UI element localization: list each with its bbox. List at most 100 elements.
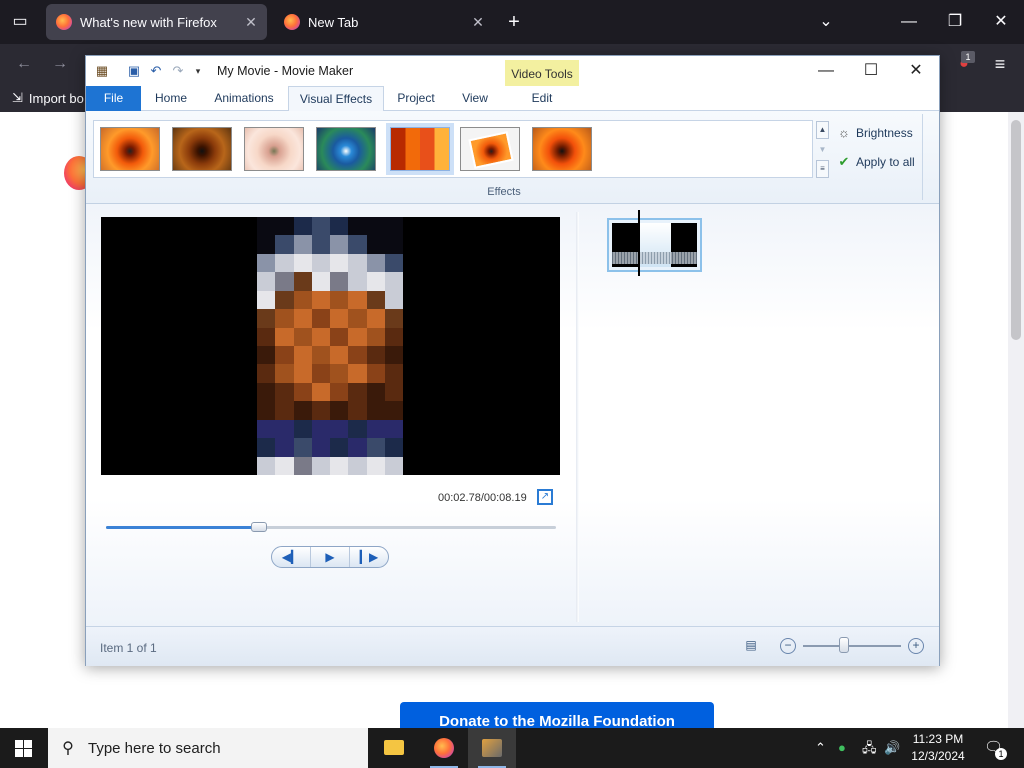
close-icon[interactable]: ✕ [893, 56, 939, 86]
zoom-slider[interactable] [803, 645, 901, 647]
effect-thumbnail[interactable] [244, 127, 304, 171]
effect-thumbnail[interactable] [316, 127, 376, 171]
mosaic-cell [275, 346, 294, 365]
tab-home[interactable]: Home [143, 86, 199, 111]
chevron-down-icon[interactable]: ⌄ [812, 8, 840, 36]
effect-thumbnail[interactable] [460, 127, 520, 171]
mosaic-cell [311, 217, 330, 236]
close-icon[interactable]: ✕ [987, 8, 1015, 36]
playhead-cursor[interactable] [638, 210, 640, 276]
mosaic-cell [384, 309, 403, 328]
minimize-icon[interactable]: — [803, 56, 849, 86]
movie-maker-taskbar-button[interactable] [468, 728, 516, 768]
file-explorer-button[interactable] [370, 728, 418, 768]
mosaic-cell [348, 327, 367, 346]
movie-maker-icon [482, 739, 502, 757]
network-icon[interactable]: 🖧 [862, 728, 877, 768]
mosaic-cell [275, 217, 294, 236]
tab-new-tab[interactable]: New Tab ✕ [274, 4, 494, 40]
effect-thumbnail-selected[interactable] [386, 123, 454, 175]
tab-list-icon[interactable]: ▭ [6, 8, 34, 36]
tab-whats-new[interactable]: What's new with Firefox ✕ [46, 4, 267, 40]
fullscreen-icon[interactable]: ↗ [537, 489, 553, 505]
effect-thumbnail[interactable] [100, 127, 160, 171]
zoom-handle[interactable] [839, 637, 850, 653]
tab-file[interactable]: File [86, 86, 141, 111]
zoom-out-icon[interactable]: − [780, 638, 796, 654]
redo-icon[interactable]: ↷ [170, 63, 186, 79]
folder-icon [384, 740, 404, 755]
close-tab-icon[interactable]: ✕ [241, 14, 261, 31]
storyboard-clip[interactable] [607, 218, 702, 272]
forward-arrow-icon[interactable]: → [46, 50, 74, 78]
playback-controls: ◀▎ ▶ ▎▶ [271, 546, 389, 568]
start-button[interactable] [0, 728, 48, 768]
mosaic-cell [330, 419, 349, 439]
mosaic-cell [275, 327, 294, 346]
seek-handle[interactable] [251, 522, 267, 532]
minimize-icon[interactable]: — [895, 8, 923, 36]
back-arrow-icon[interactable]: ← [10, 50, 38, 78]
apply-to-all-button[interactable]: ✔ Apply to all [837, 154, 915, 170]
mosaic-cell [293, 290, 312, 310]
tab-edit[interactable]: Edit [505, 86, 579, 111]
firefox-tab-bar: ▭ What's new with Firefox ✕ New Tab ✕ + … [0, 0, 1024, 44]
checkmark-icon: ✔ [838, 154, 850, 169]
next-frame-icon[interactable]: ▎▶ [350, 547, 388, 567]
previous-frame-icon[interactable]: ◀▎ [272, 547, 311, 567]
firefox-taskbar-button[interactable] [420, 728, 468, 768]
tab-project[interactable]: Project [388, 86, 444, 111]
mosaic-cell [275, 401, 294, 420]
gallery-more-icon[interactable]: ≡ [816, 160, 829, 178]
mosaic-cell [311, 419, 330, 439]
mosaic-cell [257, 217, 276, 236]
mosaic-cell [257, 346, 276, 365]
mosaic-cell [330, 456, 349, 475]
status-bar: Item 1 of 1 ▤ − + [86, 626, 939, 666]
gallery-scroll-down-icon[interactable]: ▼ [816, 141, 829, 159]
taskbar-search-box[interactable]: ⚲ Type here to search [48, 728, 368, 768]
ribbon-separator [922, 114, 923, 200]
video-preview[interactable] [101, 217, 560, 475]
tab-visual-effects[interactable]: Visual Effects [288, 86, 384, 112]
effect-thumbnail[interactable] [532, 127, 592, 171]
movie-maker-app-icon[interactable]: ▦ [94, 63, 110, 79]
plus-icon[interactable]: + [500, 8, 528, 36]
mosaic-cell [293, 364, 312, 383]
customize-toolbar-icon[interactable]: ▾ [190, 63, 206, 79]
clock[interactable]: 11:23 PM 12/3/2024 [898, 731, 978, 765]
mosaic-cell [257, 419, 276, 439]
undo-icon[interactable]: ↶ [148, 63, 164, 79]
mosaic-cell [330, 235, 349, 254]
mosaic-cell [311, 456, 330, 475]
mosaic-cell [275, 456, 294, 475]
pixelated-video-frame [257, 217, 403, 475]
mosaic-cell [275, 272, 294, 291]
import-bookmarks-button[interactable]: ⇲ Import bo [12, 90, 84, 106]
mosaic-cell [384, 401, 403, 420]
effect-thumbnail[interactable] [172, 127, 232, 171]
seek-bar[interactable] [106, 526, 556, 529]
zoom-in-icon[interactable]: + [908, 638, 924, 654]
brightness-button[interactable]: ☼ Brightness [837, 126, 913, 141]
user-status-icon[interactable]: ● [838, 728, 846, 768]
mosaic-cell [311, 290, 330, 310]
hamburger-menu-icon[interactable]: ≡ [986, 50, 1014, 78]
close-tab-icon[interactable]: ✕ [468, 14, 488, 31]
tab-view[interactable]: View [448, 86, 502, 111]
mosaic-cell [275, 364, 294, 383]
maximize-icon[interactable]: ☐ [848, 56, 894, 86]
save-icon[interactable]: ▣ [126, 63, 142, 79]
thumbnail-size-icon[interactable]: ▤ [742, 638, 760, 654]
show-hidden-icons[interactable]: ⌃ [815, 728, 826, 768]
gallery-scroll-up-icon[interactable]: ▲ [816, 121, 829, 139]
mosaic-cell [311, 438, 330, 457]
search-icon: ⚲ [62, 740, 74, 757]
mosaic-cell [257, 401, 276, 420]
mosaic-cell [311, 235, 330, 254]
tab-animations[interactable]: Animations [203, 86, 285, 111]
play-icon[interactable]: ▶ [311, 547, 350, 567]
restore-icon[interactable]: ❐ [941, 8, 969, 36]
pane-splitter[interactable] [576, 212, 579, 622]
page-scrollbar-thumb[interactable] [1011, 120, 1021, 340]
